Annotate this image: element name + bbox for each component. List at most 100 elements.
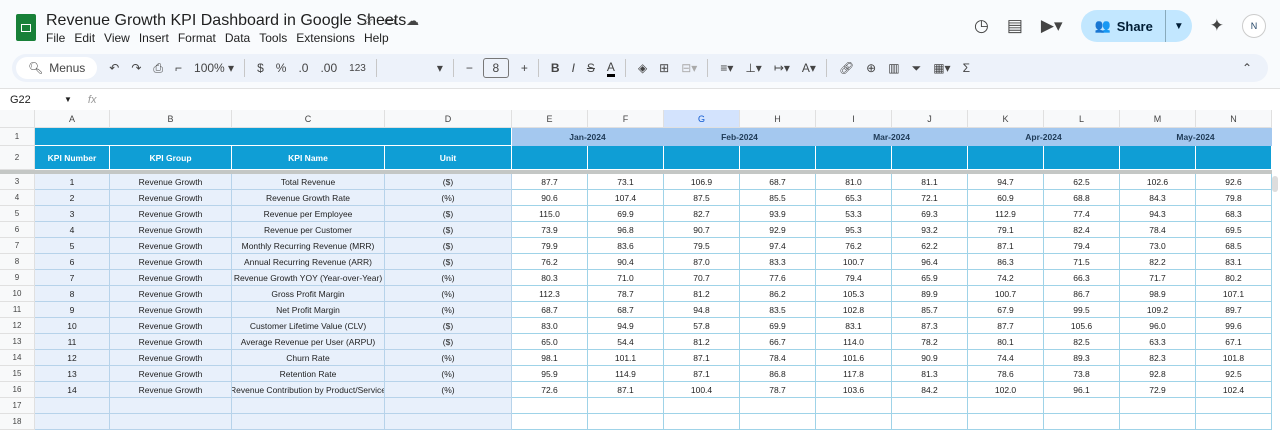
row-header-8[interactable]: 8 — [0, 254, 35, 270]
column-header-j[interactable]: J — [892, 110, 968, 128]
value-cell[interactable]: 78.4 — [740, 350, 816, 366]
kpi-name-cell[interactable]: Annual Recurring Revenue (ARR) — [232, 254, 385, 270]
column-header-a[interactable]: A — [35, 110, 110, 128]
history-icon[interactable]: ◷ — [974, 16, 989, 36]
column-header-f[interactable]: F — [588, 110, 664, 128]
value-cell[interactable]: 71.0 — [588, 270, 664, 286]
value-cell[interactable]: 109.2 — [1120, 302, 1196, 318]
value-cell[interactable]: 80.3 — [512, 270, 588, 286]
value-cell[interactable]: 87.5 — [664, 190, 740, 206]
value-cell[interactable]: 53.3 — [816, 206, 892, 222]
value-cell[interactable] — [1044, 398, 1120, 414]
column-header-b[interactable]: B — [110, 110, 232, 128]
value-cell[interactable]: 70.7 — [664, 270, 740, 286]
value-cell[interactable]: 90.4 — [588, 254, 664, 270]
value-cell[interactable]: 93.2 — [892, 222, 968, 238]
kpi-name-cell[interactable] — [232, 414, 385, 430]
kpi-num-cell[interactable]: 3 — [35, 206, 110, 222]
value-cell[interactable]: 95.3 — [816, 222, 892, 238]
kpi-name-cell[interactable]: Revenue Growth Rate — [232, 190, 385, 206]
kpi-num-cell[interactable] — [35, 398, 110, 414]
value-cell[interactable] — [512, 414, 588, 430]
value-cell[interactable]: 77.4 — [1044, 206, 1120, 222]
filter-views-icon[interactable]: ▦▾ — [933, 61, 950, 75]
value-cell[interactable]: 89.3 — [1044, 350, 1120, 366]
column-header-e[interactable]: E — [512, 110, 588, 128]
kpi-unit-cell[interactable] — [385, 414, 512, 430]
redo-icon[interactable]: ↷ — [131, 61, 141, 75]
kpi-num-cell[interactable]: 11 — [35, 334, 110, 350]
menu-edit[interactable]: Edit — [74, 31, 95, 45]
kpi-group-cell[interactable]: Revenue Growth — [110, 206, 232, 222]
month-subheader[interactable] — [892, 146, 968, 170]
value-cell[interactable]: 81.0 — [816, 174, 892, 190]
vertical-scrollbar[interactable] — [1272, 176, 1278, 192]
value-cell[interactable]: 92.8 — [1120, 366, 1196, 382]
value-cell[interactable] — [1196, 398, 1272, 414]
kpi-group-cell[interactable]: Revenue Growth — [110, 286, 232, 302]
select-all-corner[interactable] — [0, 110, 35, 128]
kpi-group-cell[interactable]: Revenue Growth — [110, 238, 232, 254]
value-cell[interactable]: 90.7 — [664, 222, 740, 238]
value-cell[interactable]: 84.2 — [892, 382, 968, 398]
kpi-unit-cell[interactable]: ($) — [385, 222, 512, 238]
menu-file[interactable]: File — [46, 31, 65, 45]
borders-icon[interactable]: ⊞ — [659, 61, 669, 75]
column-header-m[interactable]: M — [1120, 110, 1196, 128]
row-header-5[interactable]: 5 — [0, 206, 35, 222]
value-cell[interactable]: 92.5 — [1196, 366, 1272, 382]
value-cell[interactable]: 87.7 — [968, 318, 1044, 334]
row-header-11[interactable]: 11 — [0, 302, 35, 318]
text-wrap-icon[interactable]: ↦▾ — [774, 61, 790, 75]
value-cell[interactable]: 78.6 — [968, 366, 1044, 382]
value-cell[interactable]: 68.7 — [512, 302, 588, 318]
kpi-unit-cell[interactable]: (%) — [385, 382, 512, 398]
kpi-group-cell[interactable] — [110, 398, 232, 414]
print-icon[interactable]: ⎙ — [153, 61, 163, 76]
value-cell[interactable] — [740, 414, 816, 430]
kpi-num-cell[interactable]: 9 — [35, 302, 110, 318]
star-icon[interactable]: ☆ — [362, 13, 374, 29]
value-cell[interactable]: 67.9 — [968, 302, 1044, 318]
value-cell[interactable]: 87.1 — [664, 366, 740, 382]
value-cell[interactable]: 81.2 — [664, 334, 740, 350]
decrease-decimal-button[interactable]: .0 — [298, 61, 308, 75]
value-cell[interactable]: 100.4 — [664, 382, 740, 398]
value-cell[interactable]: 96.0 — [1120, 318, 1196, 334]
value-cell[interactable]: 72.1 — [892, 190, 968, 206]
kpi-name-cell[interactable]: Revenue per Employee — [232, 206, 385, 222]
value-cell[interactable]: 73.9 — [512, 222, 588, 238]
kpi-name-cell[interactable]: Total Revenue — [232, 174, 385, 190]
value-cell[interactable] — [816, 414, 892, 430]
value-cell[interactable]: 101.8 — [1196, 350, 1272, 366]
row-header-17[interactable]: 17 — [0, 398, 35, 414]
value-cell[interactable]: 114.9 — [588, 366, 664, 382]
value-cell[interactable]: 99.5 — [1044, 302, 1120, 318]
kpi-unit-cell[interactable]: ($) — [385, 334, 512, 350]
value-cell[interactable]: 102.8 — [816, 302, 892, 318]
name-box-dropdown-icon[interactable]: ▼ — [64, 95, 72, 104]
column-header-i[interactable]: I — [816, 110, 892, 128]
more-formats-button[interactable]: 123 — [349, 63, 366, 74]
value-cell[interactable]: 101.1 — [588, 350, 664, 366]
value-cell[interactable]: 65.3 — [816, 190, 892, 206]
value-cell[interactable] — [664, 398, 740, 414]
value-cell[interactable]: 100.7 — [816, 254, 892, 270]
kpi-num-cell[interactable]: 4 — [35, 222, 110, 238]
value-cell[interactable]: 86.3 — [968, 254, 1044, 270]
value-cell[interactable]: 73.8 — [1044, 366, 1120, 382]
value-cell[interactable]: 87.1 — [968, 238, 1044, 254]
value-cell[interactable] — [664, 414, 740, 430]
value-cell[interactable]: 106.9 — [664, 174, 740, 190]
kpi-num-cell[interactable]: 8 — [35, 286, 110, 302]
row-header-1[interactable]: 1 — [0, 128, 35, 146]
value-cell[interactable]: 84.3 — [1120, 190, 1196, 206]
kpi-num-cell[interactable]: 7 — [35, 270, 110, 286]
kpi-group-cell[interactable]: Revenue Growth — [110, 254, 232, 270]
value-cell[interactable]: 79.8 — [1196, 190, 1272, 206]
value-cell[interactable]: 117.8 — [816, 366, 892, 382]
menu-extensions[interactable]: Extensions — [296, 31, 355, 45]
kpi-unit-cell[interactable]: ($) — [385, 254, 512, 270]
value-cell[interactable]: 83.6 — [588, 238, 664, 254]
kpi-group-cell[interactable]: Revenue Growth — [110, 366, 232, 382]
